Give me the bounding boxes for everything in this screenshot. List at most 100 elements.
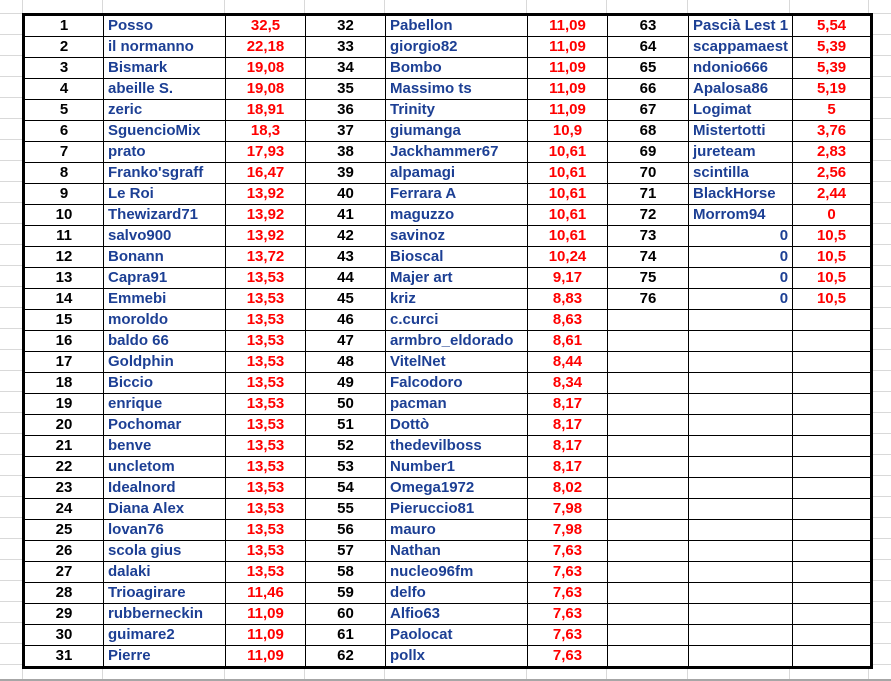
- score-cell[interactable]: 2,56: [792, 162, 873, 184]
- score-cell[interactable]: 7,63: [527, 603, 608, 625]
- score-cell[interactable]: 8,63: [527, 309, 608, 331]
- rank-cell[interactable]: 32: [305, 14, 386, 37]
- score-cell[interactable]: [792, 582, 873, 604]
- name-cell[interactable]: Pieruccio81: [385, 498, 528, 520]
- score-cell[interactable]: 13,53: [225, 330, 306, 352]
- rank-cell[interactable]: 67: [607, 99, 689, 121]
- rank-cell[interactable]: 4: [23, 78, 104, 100]
- score-cell[interactable]: 13,53: [225, 351, 306, 373]
- name-cell[interactable]: Majer art: [385, 267, 528, 289]
- rank-cell[interactable]: 28: [23, 582, 104, 604]
- score-cell[interactable]: [792, 414, 873, 436]
- name-cell[interactable]: Capra91: [103, 267, 226, 289]
- name-cell[interactable]: mauro: [385, 519, 528, 541]
- score-cell[interactable]: 11,09: [527, 36, 608, 58]
- rank-cell[interactable]: 2: [23, 36, 104, 58]
- rank-cell[interactable]: 24: [23, 498, 104, 520]
- name-cell[interactable]: Alfio63: [385, 603, 528, 625]
- name-cell[interactable]: Number1: [385, 456, 528, 478]
- score-cell[interactable]: 16,47: [225, 162, 306, 184]
- rank-cell[interactable]: 6: [23, 120, 104, 142]
- name-cell[interactable]: Omega1972: [385, 477, 528, 499]
- score-cell[interactable]: 11,09: [225, 645, 306, 668]
- rank-cell[interactable]: [607, 330, 689, 352]
- rank-cell[interactable]: [607, 414, 689, 436]
- name-cell[interactable]: [687, 393, 794, 415]
- name-cell[interactable]: Logimat: [687, 99, 794, 121]
- rank-cell[interactable]: [607, 372, 689, 394]
- score-cell[interactable]: 11,09: [527, 78, 608, 100]
- score-cell[interactable]: 2,83: [792, 141, 873, 163]
- score-cell[interactable]: 13,53: [225, 561, 306, 583]
- score-cell[interactable]: 7,63: [527, 582, 608, 604]
- score-cell[interactable]: 9,17: [527, 267, 608, 289]
- name-cell[interactable]: Le Roi: [103, 183, 226, 205]
- score-cell[interactable]: 8,34: [527, 372, 608, 394]
- name-cell[interactable]: BlackHorse: [687, 183, 794, 205]
- name-cell[interactable]: Bonann: [103, 246, 226, 268]
- score-cell[interactable]: [792, 540, 873, 562]
- score-cell[interactable]: 13,53: [225, 309, 306, 331]
- rank-cell[interactable]: 13: [23, 267, 104, 289]
- score-cell[interactable]: 3,76: [792, 120, 873, 142]
- score-cell[interactable]: 19,08: [225, 57, 306, 79]
- name-cell[interactable]: scola gius: [103, 540, 226, 562]
- name-cell[interactable]: enrique: [103, 393, 226, 415]
- score-cell[interactable]: [792, 456, 873, 478]
- name-cell[interactable]: [687, 519, 794, 541]
- name-cell[interactable]: Morrom94: [687, 204, 794, 226]
- name-cell[interactable]: savinoz: [385, 225, 528, 247]
- rank-cell[interactable]: 35: [305, 78, 386, 100]
- score-cell[interactable]: [792, 603, 873, 625]
- name-cell[interactable]: Pascià Lest 1: [687, 14, 794, 37]
- rank-cell[interactable]: 75: [607, 267, 689, 289]
- rank-cell[interactable]: 50: [305, 393, 386, 415]
- score-cell[interactable]: 11,09: [527, 57, 608, 79]
- name-cell[interactable]: Bioscal: [385, 246, 528, 268]
- rank-cell[interactable]: 71: [607, 183, 689, 205]
- name-cell[interactable]: [687, 330, 794, 352]
- name-cell[interactable]: [687, 603, 794, 625]
- name-cell[interactable]: baldo 66: [103, 330, 226, 352]
- name-cell[interactable]: pacman: [385, 393, 528, 415]
- score-cell[interactable]: 11,09: [225, 624, 306, 646]
- rank-cell[interactable]: 7: [23, 141, 104, 163]
- score-cell[interactable]: 8,83: [527, 288, 608, 310]
- rank-cell[interactable]: 26: [23, 540, 104, 562]
- score-cell[interactable]: 18,3: [225, 120, 306, 142]
- score-cell[interactable]: 13,53: [225, 393, 306, 415]
- name-cell[interactable]: pollx: [385, 645, 528, 668]
- rank-cell[interactable]: 16: [23, 330, 104, 352]
- score-cell[interactable]: 0: [792, 204, 873, 226]
- name-cell[interactable]: [687, 456, 794, 478]
- name-cell[interactable]: [687, 498, 794, 520]
- rank-cell[interactable]: 25: [23, 519, 104, 541]
- rank-cell[interactable]: [607, 540, 689, 562]
- name-cell[interactable]: alpamagi: [385, 162, 528, 184]
- score-cell[interactable]: [792, 519, 873, 541]
- rank-cell[interactable]: 66: [607, 78, 689, 100]
- rank-cell[interactable]: 10: [23, 204, 104, 226]
- score-cell[interactable]: 7,63: [527, 645, 608, 668]
- score-cell[interactable]: 8,02: [527, 477, 608, 499]
- rank-cell[interactable]: 58: [305, 561, 386, 583]
- score-cell[interactable]: 2,44: [792, 183, 873, 205]
- rank-cell[interactable]: 27: [23, 561, 104, 583]
- score-cell[interactable]: 7,98: [527, 498, 608, 520]
- name-cell[interactable]: [687, 582, 794, 604]
- score-cell[interactable]: 7,63: [527, 624, 608, 646]
- score-cell[interactable]: 8,17: [527, 393, 608, 415]
- rank-cell[interactable]: 47: [305, 330, 386, 352]
- rank-cell[interactable]: 52: [305, 435, 386, 457]
- score-cell[interactable]: 13,53: [225, 456, 306, 478]
- name-cell[interactable]: VitelNet: [385, 351, 528, 373]
- name-cell[interactable]: abeille S.: [103, 78, 226, 100]
- score-cell[interactable]: 10,61: [527, 225, 608, 247]
- score-cell[interactable]: 10,5: [792, 267, 873, 289]
- rank-cell[interactable]: 14: [23, 288, 104, 310]
- score-cell[interactable]: 10,24: [527, 246, 608, 268]
- name-cell[interactable]: scappamaest: [687, 36, 794, 58]
- rank-cell[interactable]: 41: [305, 204, 386, 226]
- name-cell[interactable]: [687, 351, 794, 373]
- rank-cell[interactable]: [607, 309, 689, 331]
